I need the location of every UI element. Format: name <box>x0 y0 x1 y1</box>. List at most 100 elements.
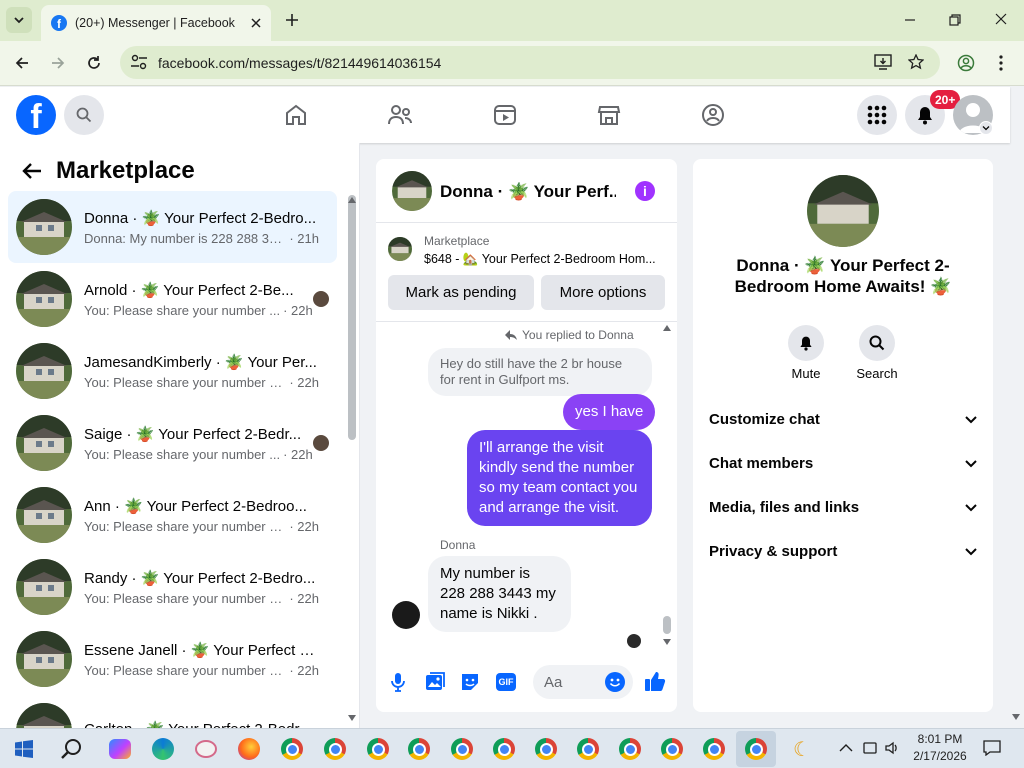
chrome-icon[interactable] <box>574 735 602 763</box>
info-section-media-files-and-links[interactable]: Media, files and links <box>709 499 977 516</box>
chat-list-item[interactable]: Carlton · 🪴 Your Perfect 2-Bedr... <box>8 695 337 728</box>
firefox-icon[interactable] <box>235 735 263 763</box>
chat-avatar[interactable] <box>392 171 432 211</box>
taskbar-search-icon[interactable] <box>60 737 84 761</box>
mark-as-pending-button[interactable]: Mark as pending <box>388 275 534 310</box>
info-section-chat-members[interactable]: Chat members <box>709 455 977 472</box>
watch-video-icon[interactable] <box>493 103 517 127</box>
conversation-info-icon[interactable]: i <box>635 181 655 201</box>
back-arrow-icon[interactable] <box>22 162 42 180</box>
minimize-icon[interactable] <box>904 14 916 26</box>
friends-icon[interactable] <box>387 103 413 127</box>
info-section-customize-chat[interactable]: Customize chat <box>709 411 977 428</box>
chat-window: Donna · 🪴 Your Perf... i Marketplace $64… <box>376 159 677 712</box>
microphone-icon[interactable] <box>391 672 405 692</box>
copilot-icon[interactable] <box>106 735 134 763</box>
chrome-icon[interactable] <box>700 735 728 763</box>
close-window-icon[interactable] <box>995 13 1007 25</box>
battery-icon[interactable] <box>862 740 878 756</box>
chat-list-item[interactable]: JamesandKimberly · 🪴 Your Per... You: Ple… <box>8 335 337 407</box>
listing-thumbnail[interactable] <box>388 237 412 261</box>
speaker-icon[interactable] <box>884 740 900 756</box>
windows-start-icon[interactable] <box>15 740 33 758</box>
reload-icon[interactable] <box>86 55 102 71</box>
install-app-icon[interactable] <box>874 54 892 70</box>
site-settings-icon[interactable] <box>130 54 148 70</box>
sent-message-bubble[interactable]: yes I have <box>563 394 656 430</box>
tray-chevron-up-icon[interactable] <box>839 743 853 753</box>
chat-list-item[interactable]: Arnold · 🪴 Your Perfect 2-Be... You: Plea… <box>8 263 337 335</box>
chat-time: · 22h <box>289 590 319 606</box>
thumbs-up-icon[interactable] <box>644 670 666 692</box>
chrome-icon[interactable] <box>278 735 306 763</box>
chat-scrollbar-thumb[interactable] <box>663 616 671 634</box>
clock-date[interactable]: 2/17/2026 <box>908 749 972 763</box>
sender-avatar[interactable] <box>392 601 420 629</box>
home-icon[interactable] <box>284 103 308 127</box>
chat-list-item[interactable]: Donna · 🪴 Your Perfect 2-Bedro... Donna: … <box>8 191 337 263</box>
facebook-logo[interactable]: f <box>16 95 56 135</box>
bookmark-star-icon[interactable] <box>908 54 924 70</box>
sticker-icon[interactable] <box>460 672 480 692</box>
chrome-icon-active[interactable] <box>742 735 770 763</box>
read-receipt-avatar <box>627 634 641 648</box>
scroll-down-icon[interactable] <box>348 715 356 721</box>
search-in-conversation-button[interactable] <box>859 325 895 361</box>
groups-icon[interactable] <box>701 103 725 127</box>
gif-icon[interactable]: GIF <box>496 673 516 691</box>
clock-time[interactable]: 8:01 PM <box>910 732 970 746</box>
scroll-down-icon[interactable] <box>663 639 671 645</box>
back-arrow-icon[interactable] <box>14 55 30 71</box>
marketplace-icon[interactable] <box>597 103 621 127</box>
chrome-icon[interactable] <box>405 735 433 763</box>
chrome-icon[interactable] <box>321 735 349 763</box>
bell-icon <box>918 107 932 125</box>
listing-title[interactable]: $648 - 🏡 Your Perfect 2-Bedroom Hom... <box>424 252 668 267</box>
scroll-up-icon[interactable] <box>663 325 671 331</box>
quoted-message[interactable]: Hey do still have the 2 br house for ren… <box>428 348 652 396</box>
chrome-icon[interactable] <box>490 735 518 763</box>
browser-tab[interactable]: f (20+) Messenger | Facebook <box>41 5 271 41</box>
chat-list-item[interactable]: Essene Janell · 🪴 Your Perfect 2... You: … <box>8 623 337 695</box>
chrome-icon[interactable] <box>658 735 686 763</box>
close-tab-icon[interactable] <box>251 18 261 28</box>
edge-icon[interactable] <box>149 735 177 763</box>
conversation-avatar[interactable] <box>807 175 879 247</box>
chrome-icon[interactable] <box>448 735 476 763</box>
house-photo <box>16 199 72 255</box>
tab-search-button[interactable] <box>6 7 32 33</box>
search-button[interactable] <box>64 95 104 135</box>
paint-icon[interactable] <box>192 735 220 763</box>
restore-icon[interactable] <box>949 14 961 26</box>
chrome-icon[interactable] <box>532 735 560 763</box>
list-scrollbar-thumb[interactable] <box>348 195 356 440</box>
chat-list-item[interactable]: Ann · 🪴 Your Perfect 2-Bedroo... You: Ple… <box>8 479 337 551</box>
emoji-icon[interactable] <box>605 672 625 692</box>
chat-list-item[interactable]: Saige · 🪴 Your Perfect 2-Bedr... You: Ple… <box>8 407 337 479</box>
info-section-privacy-support[interactable]: Privacy & support <box>709 543 977 560</box>
chat-name: Randy · 🪴 Your Perfect 2-Bedro... <box>84 569 316 587</box>
section-label: Media, files and links <box>709 499 860 516</box>
profile-icon[interactable] <box>957 54 975 72</box>
forward-arrow-icon[interactable] <box>50 55 66 71</box>
moon-weather-icon[interactable]: ☾ <box>788 735 816 763</box>
address-bar[interactable]: facebook.com/messages/t/821449614036154 <box>120 46 940 79</box>
sent-message-bubble[interactable]: I'll arrange the visit kindly send the n… <box>467 430 652 526</box>
chat-preview: You: Please share your number so ... <box>84 662 287 678</box>
chat-list-item[interactable]: Randy · 🪴 Your Perfect 2-Bedro... You: Pl… <box>8 551 337 623</box>
account-chevron[interactable] <box>979 121 993 135</box>
chat-thumbnail <box>16 703 72 728</box>
browser-menu-icon[interactable] <box>996 54 1006 72</box>
photo-icon[interactable] <box>425 672 445 692</box>
mute-button[interactable] <box>788 325 824 361</box>
chrome-icon[interactable] <box>616 735 644 763</box>
scroll-up-icon[interactable] <box>348 197 356 203</box>
received-message-bubble[interactable]: My number is 228 288 3443 my name is Nik… <box>428 556 571 632</box>
notification-center-icon[interactable] <box>983 740 1001 756</box>
menu-button[interactable] <box>857 95 897 135</box>
page-scroll-down-icon[interactable] <box>1012 714 1020 720</box>
chat-title[interactable]: Donna · 🪴 Your Perf... <box>440 182 616 202</box>
more-options-button[interactable]: More options <box>541 275 665 310</box>
chrome-icon[interactable] <box>364 735 392 763</box>
new-tab-icon[interactable] <box>285 13 299 27</box>
